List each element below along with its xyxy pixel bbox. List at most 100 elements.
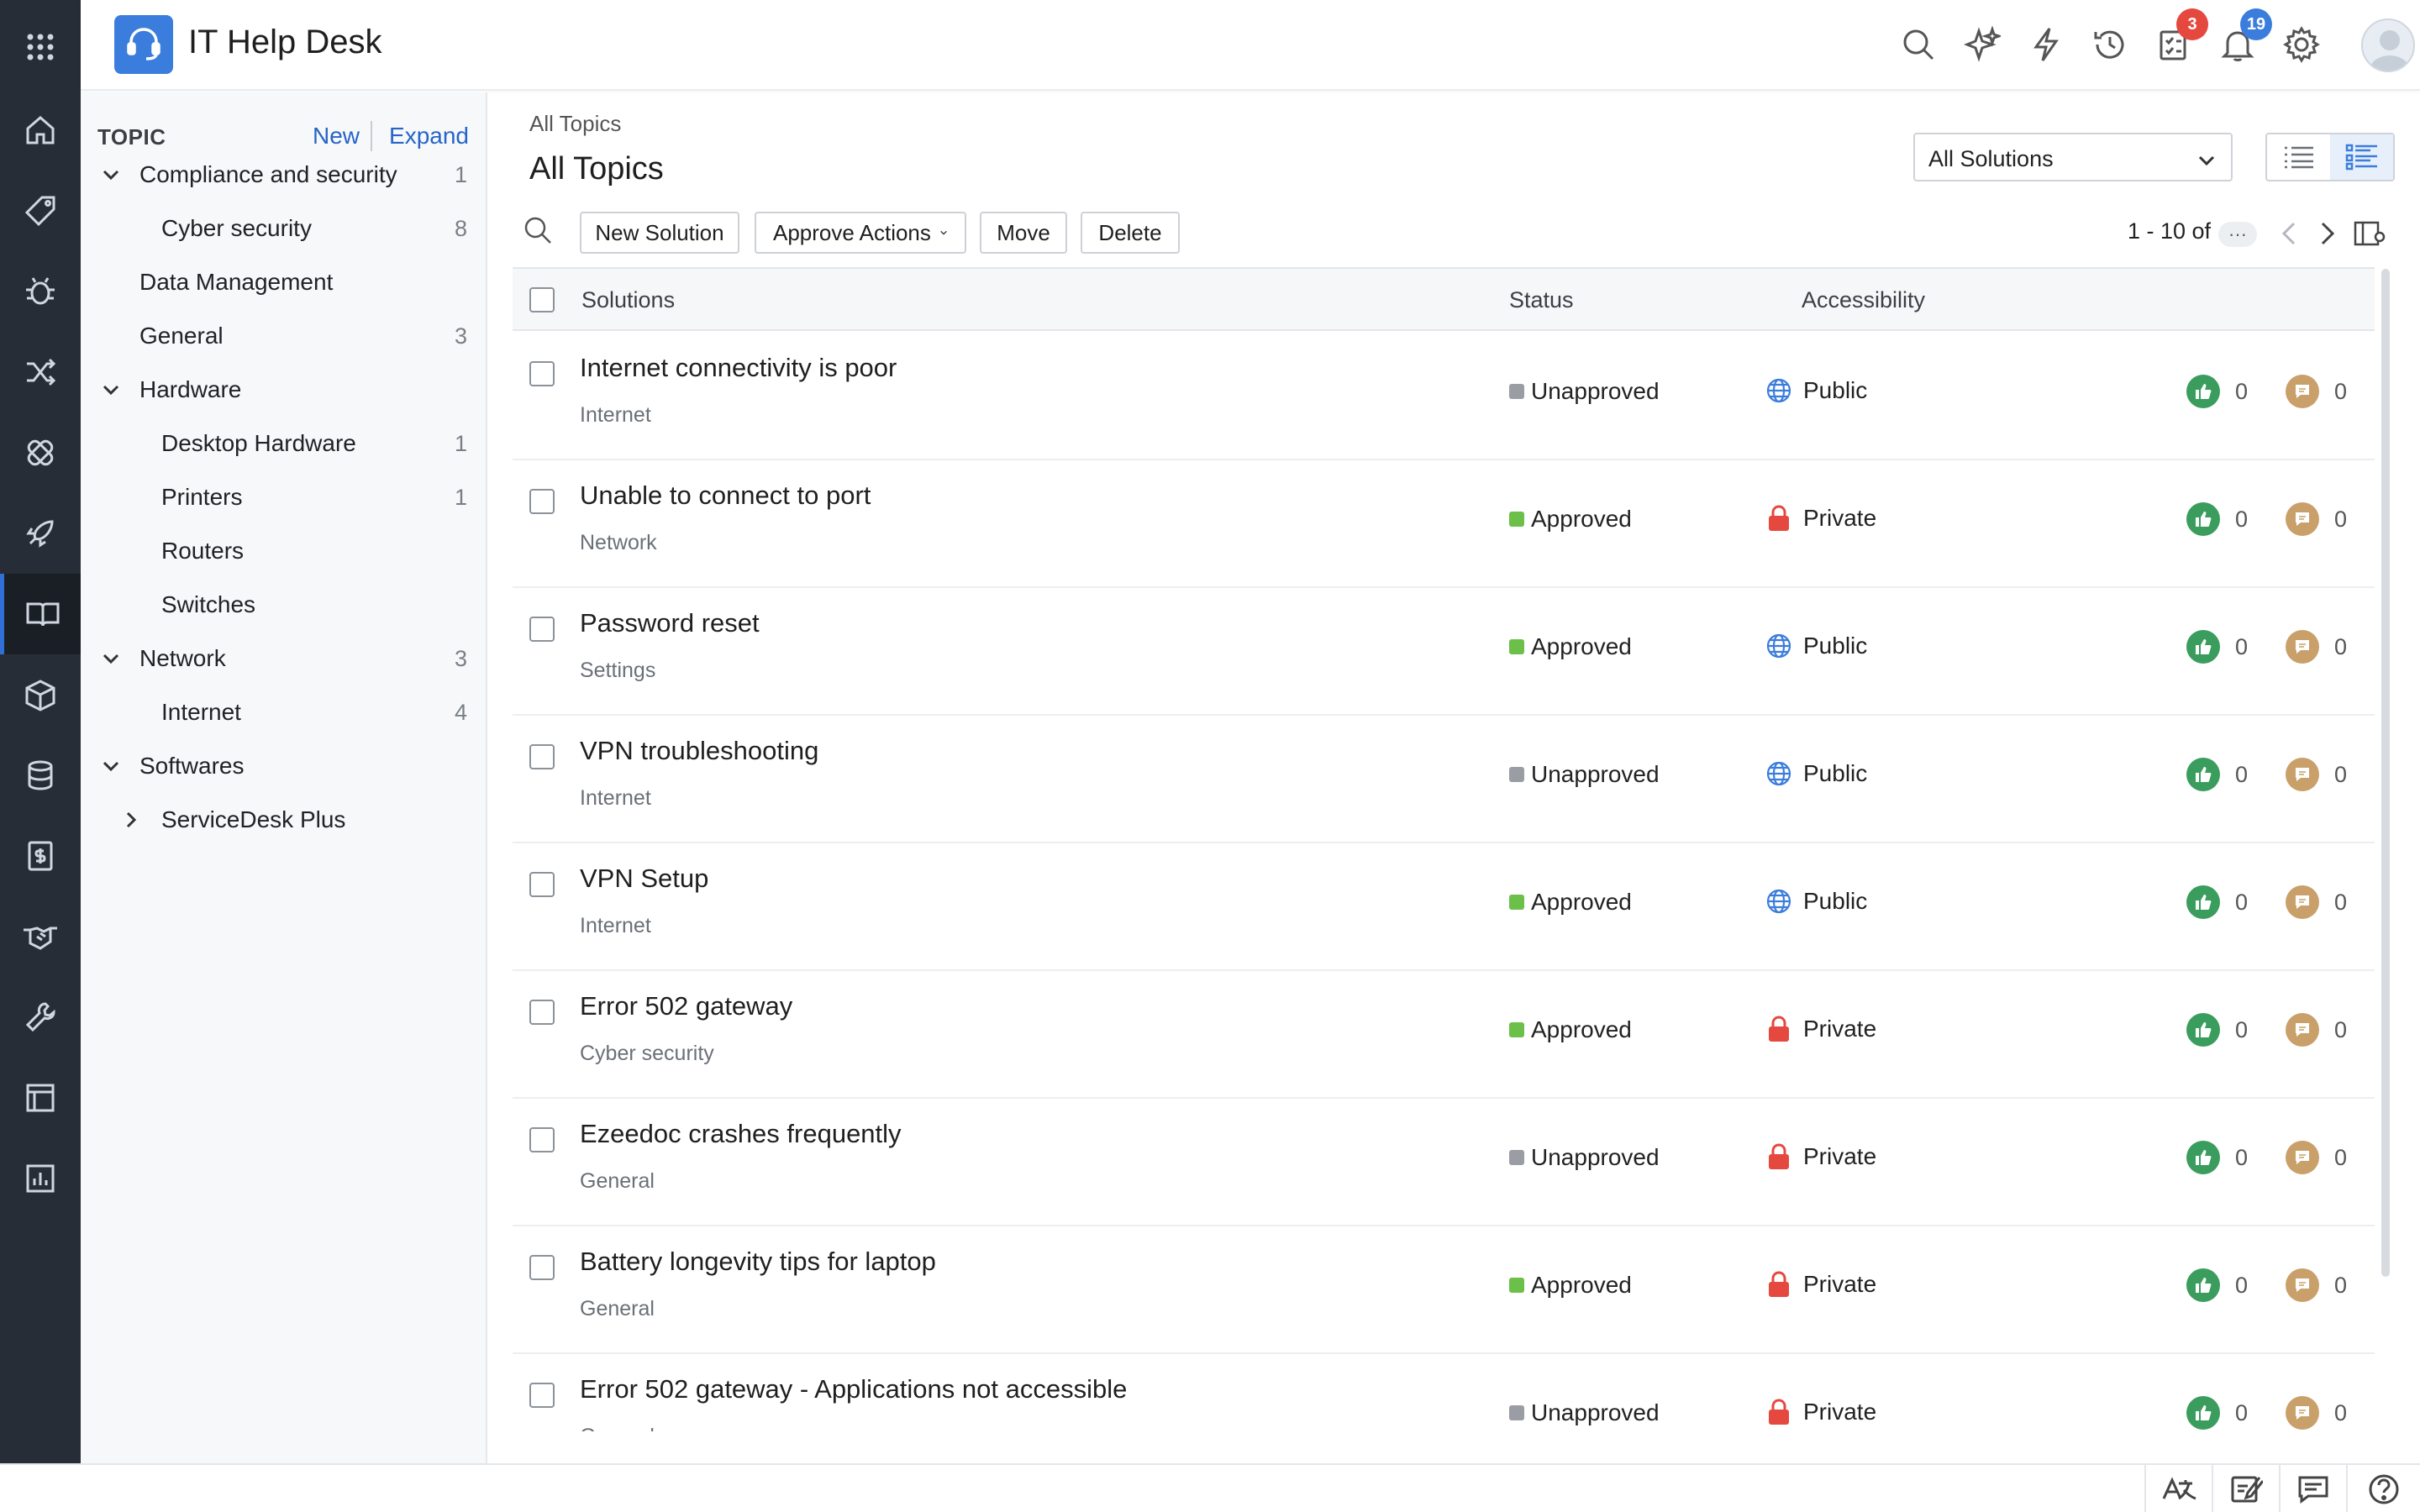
topic-item[interactable]: Softwares	[81, 741, 486, 791]
solution-title-link[interactable]: VPN Setup	[580, 864, 708, 894]
likes-counter[interactable]: 0	[2186, 1013, 2248, 1047]
bandage-icon[interactable]	[0, 412, 81, 493]
likes-counter[interactable]: 0	[2186, 1141, 2248, 1174]
comments-counter[interactable]: 0	[2286, 1013, 2347, 1047]
comments-count: 0	[2334, 889, 2348, 915]
solution-title-link[interactable]: Ezeedoc crashes frequently	[580, 1119, 902, 1149]
row-checkbox[interactable]	[529, 361, 555, 386]
expand-link[interactable]: Expand	[389, 123, 469, 150]
likes-count: 0	[2235, 1016, 2249, 1042]
topic-item[interactable]: Internet 4	[81, 687, 486, 738]
topic-item[interactable]: Cyber security 8	[81, 203, 486, 254]
row-checkbox[interactable]	[529, 1127, 555, 1152]
shuffle-icon[interactable]	[0, 332, 81, 412]
likes-counter[interactable]: 0	[2186, 502, 2248, 536]
comments-counter[interactable]: 0	[2286, 630, 2347, 664]
topic-item[interactable]: Printers 1	[81, 472, 486, 522]
likes-counter[interactable]: 0	[2186, 1268, 2248, 1302]
row-checkbox[interactable]	[529, 1255, 555, 1280]
solution-topic: General	[580, 1169, 655, 1193]
chevron-down-icon[interactable]	[99, 647, 123, 670]
tasks-icon[interactable]: 3	[2154, 8, 2208, 64]
solution-title-link[interactable]: VPN troubleshooting	[580, 736, 818, 766]
rocket-icon[interactable]	[0, 493, 81, 574]
avatar[interactable]	[2361, 18, 2415, 72]
row-checkbox[interactable]	[529, 744, 555, 769]
comments-counter[interactable]: 0	[2286, 502, 2347, 536]
chat-icon[interactable]	[2279, 1465, 2346, 1512]
tag-icon[interactable]	[0, 171, 81, 251]
likes-counter[interactable]: 0	[2186, 375, 2248, 408]
comments-counter[interactable]: 0	[2286, 1396, 2347, 1430]
notes-icon[interactable]	[2212, 1465, 2279, 1512]
comment-icon	[2286, 375, 2319, 408]
comments-count: 0	[2334, 1144, 2348, 1170]
likes-counter[interactable]: 0	[2186, 630, 2248, 664]
comments-counter[interactable]: 0	[2286, 1141, 2347, 1174]
solution-title-link[interactable]: Internet connectivity is poor	[580, 353, 897, 383]
comments-counter[interactable]: 0	[2286, 1268, 2347, 1302]
table-row[interactable]: Error 502 gateway - Applications not acc…	[513, 1354, 2375, 1431]
likes-counter[interactable]: 0	[2186, 885, 2248, 919]
table-row[interactable]: VPN Setup Internet Approved Public 0 0	[513, 843, 2375, 971]
topic-item[interactable]: Compliance and security 1	[81, 150, 486, 200]
handshake-icon[interactable]	[0, 896, 81, 977]
report-icon[interactable]	[0, 1138, 81, 1219]
solution-title-link[interactable]: Unable to connect to port	[580, 480, 871, 511]
row-checkbox[interactable]	[529, 872, 555, 897]
settings-icon[interactable]	[2282, 25, 2321, 64]
likes-counter[interactable]: 0	[2186, 1396, 2248, 1430]
solution-title-link[interactable]: Error 502 gateway - Applications not acc…	[580, 1374, 1127, 1404]
topic-item[interactable]: Network 3	[81, 633, 486, 684]
table-row[interactable]: VPN troubleshooting Internet Unapproved Pub…	[513, 716, 2375, 843]
topic-item[interactable]: ServiceDesk Plus	[81, 795, 486, 845]
topic-item[interactable]: Hardware	[81, 365, 486, 415]
topic-item[interactable]: Switches	[81, 580, 486, 630]
table-row[interactable]: Ezeedoc crashes frequently General Unappro…	[513, 1099, 2375, 1226]
comments-counter[interactable]: 0	[2286, 375, 2347, 408]
translate-icon[interactable]	[2144, 1465, 2212, 1512]
chevron-down-icon[interactable]	[99, 163, 123, 186]
comments-counter[interactable]: 0	[2286, 758, 2347, 791]
table-scrollbar[interactable]	[2381, 269, 2390, 1277]
ai-sparkle-icon[interactable]	[1963, 25, 2002, 64]
likes-counter[interactable]: 0	[2186, 758, 2248, 791]
search-icon[interactable]	[1899, 25, 1938, 64]
row-checkbox[interactable]	[529, 1383, 555, 1408]
layout-icon[interactable]	[0, 1058, 81, 1138]
solution-title-link[interactable]: Password reset	[580, 608, 760, 638]
database-icon[interactable]	[0, 735, 81, 816]
invoice-icon[interactable]	[0, 816, 81, 896]
history-icon[interactable]	[2091, 25, 2129, 64]
bug-icon[interactable]	[0, 251, 81, 332]
topic-item[interactable]: Routers	[81, 526, 486, 576]
table-row[interactable]: Internet connectivity is poor Internet Una…	[513, 333, 2375, 460]
accessibility-cell: Private	[1765, 1270, 1876, 1299]
apps-grid-icon[interactable]	[25, 32, 55, 62]
wrench-icon[interactable]	[0, 977, 81, 1058]
solution-title-link[interactable]: Battery longevity tips for laptop	[580, 1247, 936, 1277]
new-topic-link[interactable]: New	[313, 123, 360, 150]
table-row[interactable]: Unable to connect to port Network Approved…	[513, 460, 2375, 588]
book-icon[interactable]	[0, 574, 81, 654]
table-row[interactable]: Error 502 gateway Cyber security Approved P…	[513, 971, 2375, 1099]
row-checkbox[interactable]	[529, 489, 555, 514]
chevron-right-icon[interactable]	[119, 808, 143, 832]
home-icon[interactable]	[0, 90, 81, 171]
comments-counter[interactable]: 0	[2286, 885, 2347, 919]
table-row[interactable]: Battery longevity tips for laptop General…	[513, 1226, 2375, 1354]
table-row[interactable]: Password reset Settings Approved Public 0 0	[513, 588, 2375, 716]
topic-item[interactable]: Desktop Hardware 1	[81, 418, 486, 469]
solution-title-link[interactable]: Error 502 gateway	[580, 991, 792, 1021]
notifications-icon[interactable]: 19	[2218, 8, 2272, 64]
topic-item[interactable]: Data Management	[81, 257, 486, 307]
row-checkbox[interactable]	[529, 617, 555, 642]
chevron-down-icon[interactable]	[99, 378, 123, 402]
topic-item[interactable]: General 3	[81, 311, 486, 361]
chevron-down-icon[interactable]	[99, 754, 123, 778]
box-icon[interactable]	[0, 654, 81, 735]
likes-count: 0	[2235, 1399, 2249, 1425]
row-checkbox[interactable]	[529, 1000, 555, 1025]
lightning-icon[interactable]	[2027, 25, 2065, 64]
help-icon[interactable]	[2346, 1465, 2420, 1512]
